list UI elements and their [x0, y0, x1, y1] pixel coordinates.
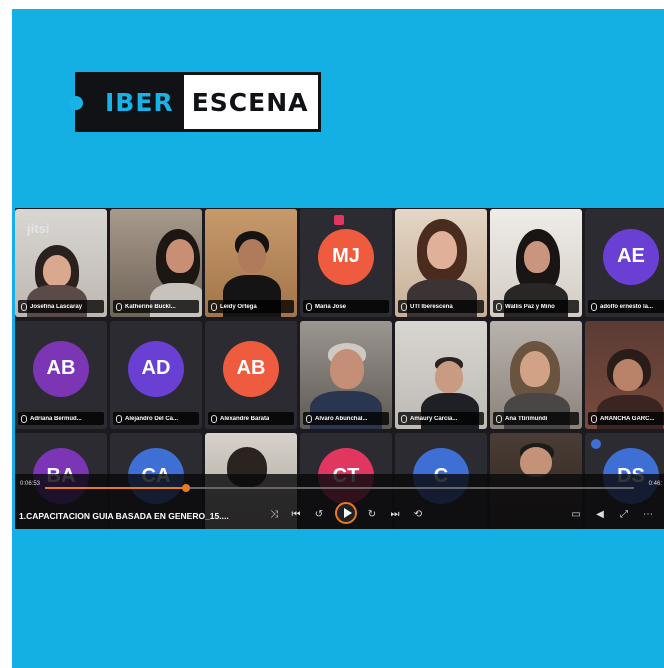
participant-tile[interactable]: Wallis Paz y Miño — [490, 209, 582, 317]
mic-icon — [496, 302, 502, 311]
participant-name-tag: Katherine Buckl... — [113, 300, 199, 313]
media-player-bar: 0:06:53 0:46: 1.CAPACITACION GUIA BASADA… — [15, 474, 664, 529]
participant-tile[interactable]: MJ Maria Jose — [300, 209, 392, 317]
next-track-icon[interactable]: ⏭ — [388, 509, 402, 521]
seek-handle[interactable] — [182, 484, 191, 492]
mic-icon — [211, 302, 217, 311]
participant-name-tag: Amaury Carcia... — [398, 412, 484, 425]
blue-background: IBER ESCENA jitsi Josefina Lascaray Kath… — [12, 9, 664, 668]
participant-name-tag: UTI Iberescena — [398, 300, 484, 313]
mic-icon — [591, 414, 597, 423]
mic-icon — [306, 414, 312, 423]
muted-badge-icon — [334, 215, 344, 225]
more-options-icon[interactable]: ⋯ — [641, 509, 655, 521]
volume-icon[interactable]: ◀ — [593, 509, 607, 521]
iberescena-logo: IBER ESCENA — [69, 72, 322, 132]
mic-icon — [401, 414, 407, 423]
mic-icon — [306, 302, 312, 311]
participant-tile[interactable]: Amaury Carcia... — [395, 321, 487, 429]
participant-tile[interactable]: ARANCHA GARC... — [585, 321, 664, 429]
mic-icon — [401, 302, 407, 311]
status-badge-icon — [591, 439, 601, 449]
shuffle-icon[interactable]: ⤨ — [267, 509, 281, 521]
logo-light-block: ESCENA — [183, 72, 322, 132]
participant-name-tag: Adriana Bermúd... — [18, 412, 104, 425]
participant-name-tag: Alvaro Abunchal... — [303, 412, 389, 425]
play-icon — [344, 508, 352, 518]
end-time: 0:46: — [648, 481, 662, 487]
previous-track-icon[interactable]: ⏮ — [289, 509, 303, 521]
logo-dark-block: IBER — [69, 72, 184, 132]
participant-avatar: AD — [128, 340, 184, 397]
mic-icon — [21, 302, 27, 311]
mic-icon — [116, 302, 122, 311]
participant-name-tag: Wallis Paz y Miño — [493, 300, 579, 313]
mic-icon — [496, 414, 502, 423]
mic-icon — [591, 302, 597, 311]
mic-icon — [21, 414, 27, 423]
participant-tile[interactable]: Katherine Buckl... — [110, 209, 202, 317]
participant-tile[interactable]: AB Adriana Bermúd... — [15, 321, 107, 429]
seek-bar[interactable] — [45, 484, 634, 492]
participant-name-tag: Ana Ttirimundi — [493, 412, 579, 425]
participant-name-tag: Josefina Lascaray — [18, 300, 104, 313]
participant-tile[interactable]: UTI Iberescena — [395, 209, 487, 317]
cast-icon[interactable]: ▭ — [569, 509, 583, 521]
logo-text-part1: IBER — [105, 87, 174, 117]
mic-icon — [211, 414, 217, 423]
media-file-title: 1.CAPACITACION GUIA BASADA EN GENERO_15.… — [19, 511, 229, 521]
fullscreen-icon[interactable]: ⤢ — [617, 509, 631, 521]
repeat-icon[interactable]: ⟲ — [411, 509, 425, 521]
seek-bar-progress — [45, 487, 187, 489]
jitsi-watermark: jitsi — [27, 221, 50, 236]
participant-tile[interactable]: Alvaro Abunchal... — [300, 321, 392, 429]
participant-name-tag: Alexandre Barata — [208, 412, 294, 425]
participant-tile[interactable]: AD Alejandro Del Ca... — [110, 321, 202, 429]
participant-avatar: MJ — [318, 228, 374, 285]
participant-avatar: AB — [33, 340, 89, 397]
logo-dot-icon — [69, 96, 83, 110]
participant-avatar: AE — [603, 228, 659, 285]
participant-tile[interactable]: AB Alexandre Barata — [205, 321, 297, 429]
video-conference-window: jitsi Josefina Lascaray Katherine Buckl.… — [15, 208, 664, 529]
participant-name-tag: Maria Jose — [303, 300, 389, 313]
participant-tile[interactable]: Ana Ttirimundi — [490, 321, 582, 429]
participant-avatar: AB — [223, 340, 279, 397]
participant-tile[interactable]: AE adolfo ernesto la... — [585, 209, 664, 317]
participant-tile[interactable]: jitsi Josefina Lascaray — [15, 209, 107, 317]
mic-icon — [116, 414, 122, 423]
play-button[interactable] — [335, 502, 357, 524]
current-time: 0:06:53 — [20, 481, 41, 487]
rewind-icon[interactable]: ↺ — [312, 509, 326, 521]
participant-name-tag: adolfo ernesto la... — [588, 300, 664, 313]
participant-name-tag: ARANCHA GARC... — [588, 412, 664, 425]
participant-name-tag: Leidy Ortega — [208, 300, 294, 313]
participant-name-tag: Alejandro Del Ca... — [113, 412, 199, 425]
fast-forward-icon[interactable]: ↻ — [365, 509, 379, 521]
participant-tile-active-speaker[interactable]: Leidy Ortega — [205, 209, 297, 317]
logo-text-part2: ESCENA — [191, 87, 309, 117]
